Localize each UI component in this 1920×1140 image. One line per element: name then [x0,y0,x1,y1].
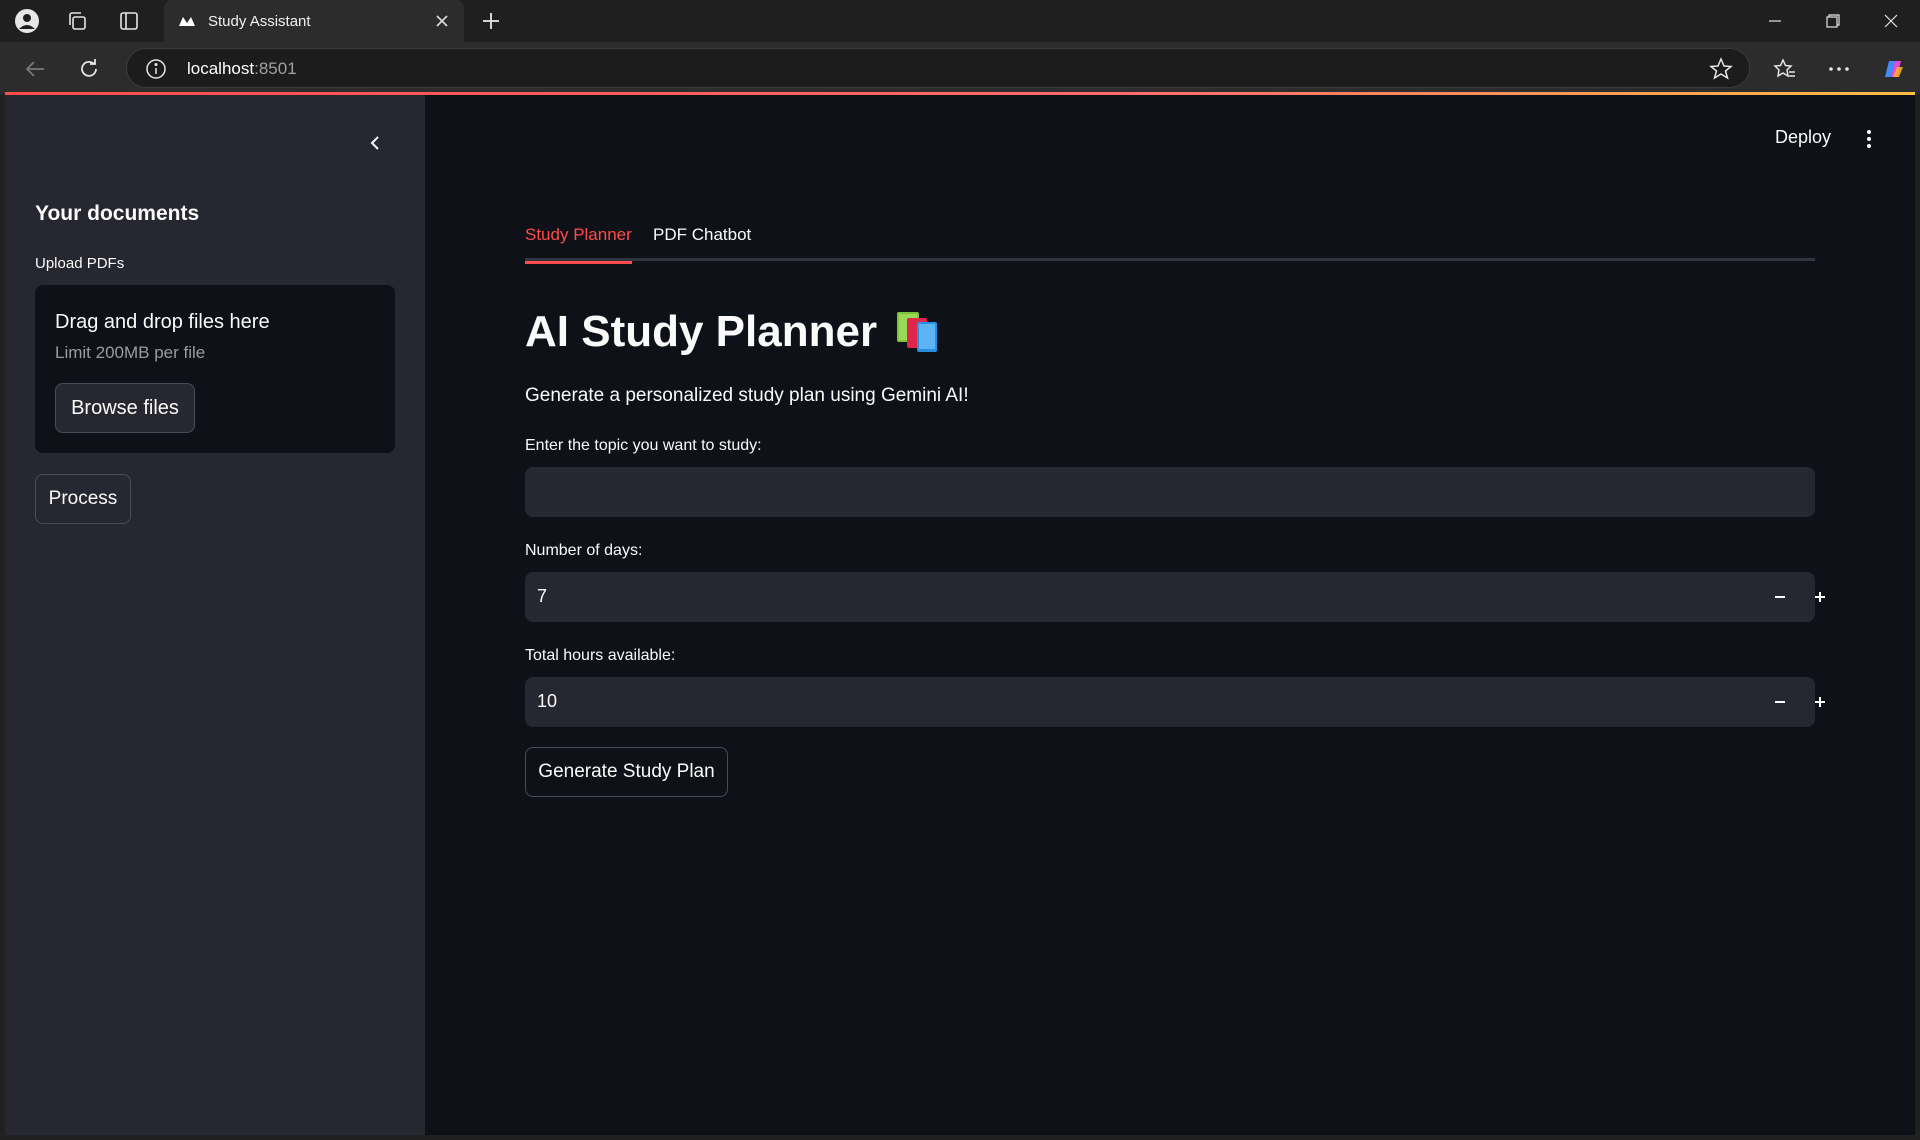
hours-label: Total hours available: [525,647,676,664]
app-viewport: Your documents Upload PDFs Drag and drop… [5,95,1915,1135]
dropzone-limit: Limit 200MB per file [55,343,206,362]
tab-actions-icon[interactable] [116,8,142,34]
deploy-button[interactable]: Deploy [1775,127,1831,148]
days-increment-icon[interactable] [1805,582,1835,612]
sidebar-heading: Your documents [35,202,200,225]
close-tab-icon[interactable] [428,7,456,35]
profile-icon[interactable] [14,8,40,34]
url-bar[interactable]: localhost:8501 [126,48,1750,88]
tab-study-planner[interactable]: Study Planner [525,225,632,264]
reload-icon[interactable] [74,54,104,84]
sidebar: Your documents Upload PDFs Drag and drop… [5,95,425,1135]
url-text: localhost:8501 [187,59,297,79]
days-decrement-icon[interactable] [1765,582,1795,612]
page-subtitle: Generate a personalized study plan using… [525,385,969,406]
minimize-icon[interactable] [1760,6,1790,36]
restore-icon[interactable] [1818,6,1848,36]
books-icon [893,310,941,354]
url-port: :8501 [254,59,297,78]
tab-pdf-chatbot[interactable]: PDF Chatbot [653,225,751,261]
browser-tab-study-assistant[interactable]: Study Assistant [164,0,464,42]
page-title-text: AI Study Planner [525,307,878,356]
days-label: Number of days: [525,542,643,559]
upload-label: Upload PDFs [35,255,125,272]
new-tab-icon[interactable] [478,8,504,34]
file-dropzone[interactable]: Drag and drop files here Limit 200MB per… [35,285,395,453]
copilot-icon[interactable] [1878,54,1908,84]
collapse-sidebar-icon[interactable] [360,128,390,158]
streamlit-favicon-icon [178,12,196,30]
browser-tab-title: Study Assistant [208,12,311,30]
hours-decrement-icon[interactable] [1765,687,1795,717]
dropzone-title: Drag and drop files here [55,311,270,333]
browser-tab-bar: Study Assistant [0,0,1920,42]
process-button[interactable]: Process [35,474,131,524]
main-menu-icon[interactable] [1857,125,1881,153]
topic-label: Enter the topic you want to study: [525,437,762,454]
browser-address-bar: localhost:8501 [0,42,1920,94]
hours-increment-icon[interactable] [1805,687,1835,717]
favorites-icon[interactable] [1770,54,1800,84]
favorite-star-icon[interactable] [1709,57,1733,81]
generate-study-plan-button[interactable]: Generate Study Plan [525,747,728,797]
close-window-icon[interactable] [1876,6,1906,36]
hours-value: 10 [537,691,558,711]
hours-number-input[interactable]: 10 [525,677,1825,727]
days-number-input[interactable]: 7 [525,572,1825,622]
more-options-icon[interactable] [1824,54,1854,84]
browse-files-button[interactable]: Browse files [55,383,195,433]
site-info-icon[interactable] [145,58,167,80]
url-host: localhost [187,59,255,78]
back-icon[interactable] [20,54,50,84]
days-value: 7 [537,586,548,606]
window-bottom-edge [0,1135,1920,1140]
topic-input[interactable] [525,467,1815,517]
workspaces-icon[interactable] [64,8,90,34]
tab-list: Study Planner PDF Chatbot [525,225,1815,264]
page-title: AI Study Planner [525,307,941,357]
